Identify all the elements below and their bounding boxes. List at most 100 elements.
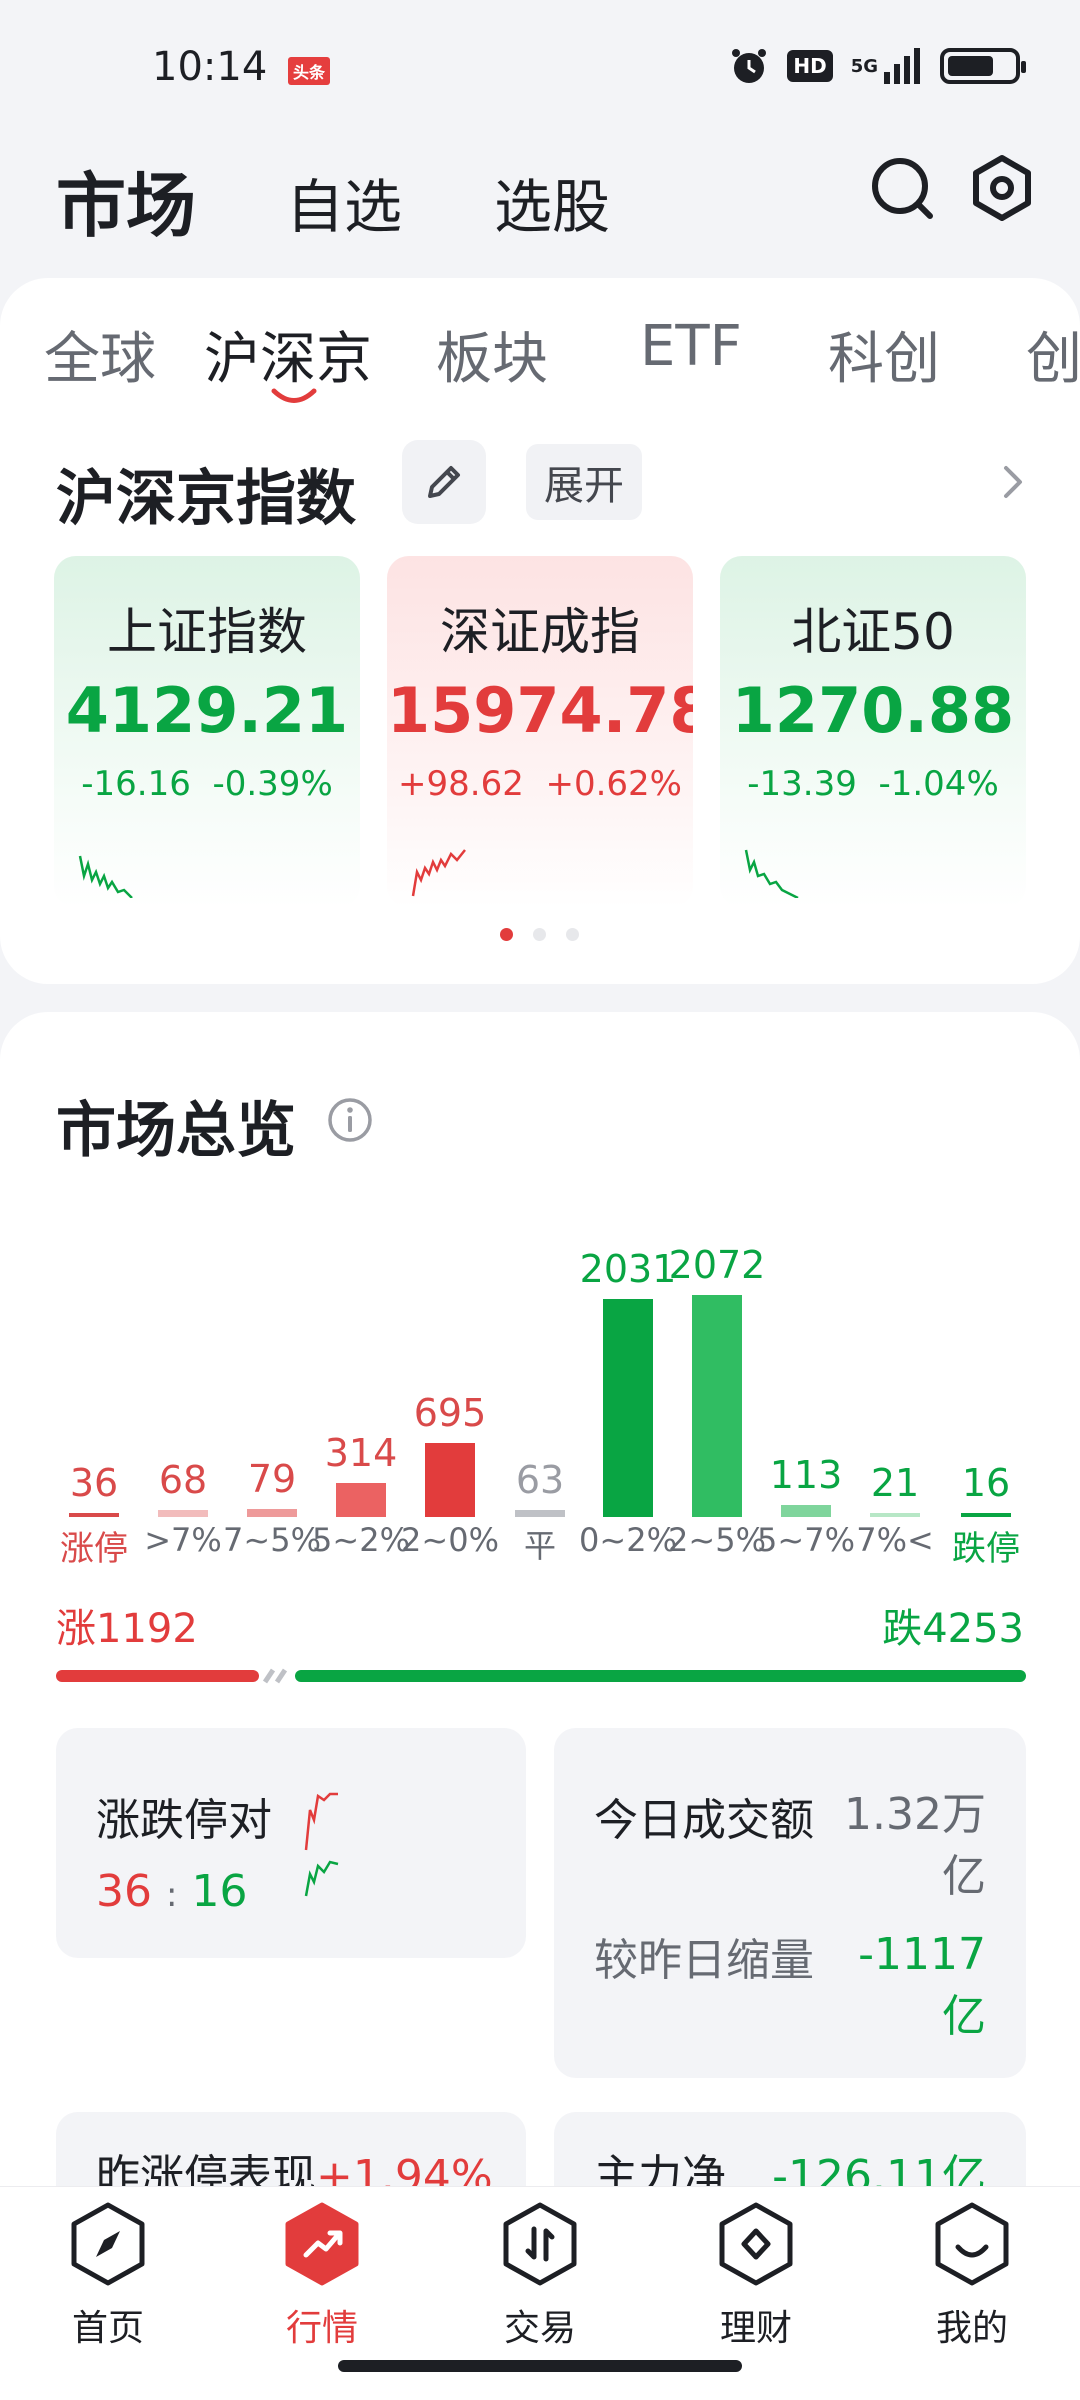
index-change-abs: -13.39 <box>747 764 857 804</box>
up-down-ratio-bar <box>56 1668 1026 1684</box>
tab-watchlist[interactable]: 自选 <box>286 160 402 244</box>
indices-title: 沪深京指数 <box>56 464 356 534</box>
ratio-down-segment <box>295 1670 1026 1682</box>
subtab-chinext[interactable]: 创 <box>1026 314 1080 395</box>
bar-value-label: 314 <box>324 1431 398 1475</box>
bar-5 <box>515 1510 565 1517</box>
up-count-label: 涨1192 <box>56 1606 198 1652</box>
nav-label: 理财 <box>719 2308 792 2349</box>
nav-market[interactable]: 行情 <box>252 2201 392 2361</box>
index-name: 上证指数 <box>107 603 307 661</box>
limit-pair-label: 涨跌停对 <box>96 1795 272 1846</box>
bar-category-label: 跌停 <box>952 1529 1020 1569</box>
bar-0 <box>69 1513 119 1517</box>
index-card-shenzhen[interactable]: 深证成指 15974.78 +98.62 +0.62% <box>387 556 693 908</box>
index-change-abs: -16.16 <box>81 764 191 804</box>
home-indicator[interactable] <box>338 2360 742 2372</box>
bar-value-label: 16 <box>961 1461 1011 1505</box>
ratio-flat-segment <box>274 1668 288 1684</box>
bar-1 <box>158 1510 208 1517</box>
carousel-dot[interactable] <box>566 928 579 941</box>
bar-value-label: 2072 <box>668 1243 766 1287</box>
nav-wealth[interactable]: 理财 <box>686 2201 826 2361</box>
indices-card: 全球 沪深京 板块 ETF 科创 创 沪深京指数 展开 上证指数 4129.21… <box>0 278 1080 984</box>
index-value: 15974.78 <box>387 674 693 747</box>
index-value: 1270.88 <box>731 674 1015 747</box>
battery-icon <box>940 48 1026 84</box>
turnover-label: 今日成交额 <box>594 1795 814 1846</box>
expand-button[interactable]: 展开 <box>526 444 642 520</box>
turnover-card[interactable]: 今日成交额 1.32万亿 较昨日缩量 -1117亿 <box>554 1728 1026 2078</box>
carousel-dot[interactable] <box>533 928 546 941</box>
hd-icon: HD <box>787 50 833 82</box>
limit-pair-values: 36 : 16 <box>96 1866 247 1917</box>
limit-down-count: 16 <box>191 1866 248 1917</box>
nav-label: 行情 <box>285 2308 358 2349</box>
news-badge: 头条 <box>288 57 331 85</box>
index-change: -16.16 -0.39% <box>54 764 360 804</box>
subtab-hushenjing[interactable]: 沪深京 <box>204 314 372 395</box>
settings-icon[interactable] <box>966 152 1038 224</box>
profile-icon <box>935 2202 1009 2286</box>
index-value: 4129.21 <box>65 674 349 747</box>
status-time: 10:14 <box>152 44 268 90</box>
edit-button[interactable] <box>402 440 486 524</box>
sparkline-up <box>411 849 466 897</box>
bar-7 <box>692 1295 742 1517</box>
carousel-dot[interactable] <box>500 928 513 941</box>
tab-stock-picker[interactable]: 选股 <box>494 160 610 244</box>
index-card-beijing50[interactable]: 北证50 1270.88 -13.39 -1.04% <box>720 556 1026 908</box>
ratio-flat-segment <box>262 1668 276 1684</box>
index-card-shanghai[interactable]: 上证指数 4129.21 -16.16 -0.39% <box>54 556 360 908</box>
status-icons: HD 5G <box>729 44 1026 88</box>
subtab-sectors[interactable]: 板块 <box>436 314 548 395</box>
subtab-star-market[interactable]: 科创 <box>828 314 940 395</box>
bar-3 <box>336 1483 386 1517</box>
distribution-chart: 36 涨停 68 >7% 79 7~5% 314 5~2% 695 2~0% 63 平 2031 0~2%… <box>0 1012 1080 1572</box>
nav-label: 交易 <box>503 2308 576 2349</box>
bar-value-label: 695 <box>413 1391 487 1435</box>
compass-icon <box>71 2202 145 2286</box>
nav-label: 我的 <box>935 2308 1008 2349</box>
subtab-etf[interactable]: ETF <box>640 314 742 379</box>
index-name: 深证成指 <box>440 603 640 661</box>
network-label: 5G <box>850 55 878 77</box>
trend-icon <box>285 2202 359 2286</box>
limit-pair-card[interactable]: 涨跌停对 36 : 16 <box>56 1728 526 1958</box>
chevron-right-icon[interactable] <box>992 460 1032 504</box>
nav-profile[interactable]: 我的 <box>902 2201 1042 2361</box>
nav-label: 首页 <box>71 2308 144 2349</box>
active-tab-indicator <box>271 388 317 403</box>
carousel-dots <box>500 928 579 941</box>
pencil-icon <box>428 466 460 498</box>
limit-up-count: 36 <box>96 1866 152 1917</box>
bar-6 <box>603 1299 653 1517</box>
index-change: -13.39 -1.04% <box>720 764 1026 804</box>
bar-2 <box>247 1509 297 1517</box>
signal-5g-icon: 5G <box>851 48 922 84</box>
bar-4 <box>425 1443 475 1517</box>
sparkline-down <box>78 855 133 898</box>
turnover-compare-value: -1117亿 <box>858 1929 986 2042</box>
page-title: 市场 <box>56 165 196 247</box>
status-bar: 10:14 头条 HD 5G <box>0 0 1080 130</box>
bar-value-label: 63 <box>515 1458 565 1502</box>
sparkline-down <box>744 849 799 898</box>
down-count-label: 跌4253 <box>882 1606 1024 1652</box>
market-subtabs: 全球 沪深京 板块 ETF 科创 创 <box>0 278 1080 408</box>
subtab-global[interactable]: 全球 <box>44 314 156 395</box>
nav-trade[interactable]: 交易 <box>470 2201 610 2361</box>
search-icon[interactable] <box>866 152 938 224</box>
alarm-icon <box>732 49 767 83</box>
bar-10 <box>961 1513 1011 1517</box>
index-change-pct: +0.62% <box>545 764 682 804</box>
trade-icon <box>503 2202 577 2286</box>
limit-pair-sparkline <box>304 1792 339 1897</box>
index-change-pct: -1.04% <box>878 764 999 804</box>
index-change-pct: -0.39% <box>212 764 333 804</box>
nav-home[interactable]: 首页 <box>38 2201 178 2361</box>
bar-8 <box>781 1505 831 1517</box>
bar-9 <box>870 1513 920 1517</box>
wealth-icon <box>719 2202 793 2286</box>
ratio-up-segment <box>56 1670 259 1682</box>
